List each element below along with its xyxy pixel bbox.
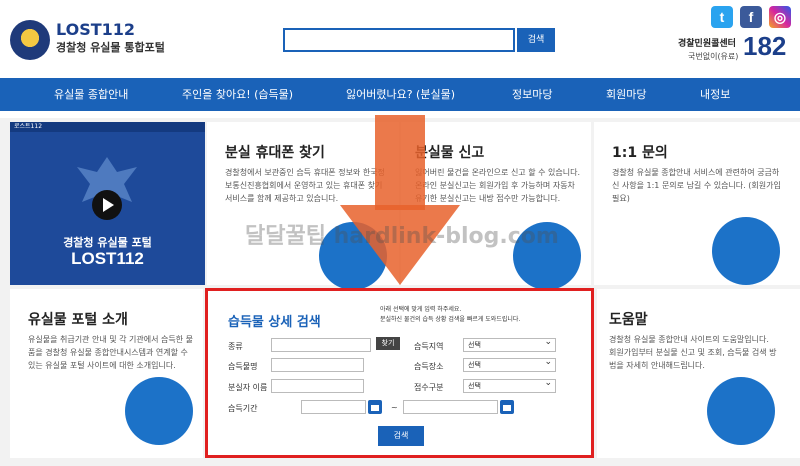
- place-select[interactable]: 선택: [463, 356, 556, 372]
- category-input[interactable]: [271, 338, 371, 352]
- submit-search-button[interactable]: 검색: [378, 426, 424, 446]
- logo-title[interactable]: LOST112: [56, 20, 135, 39]
- police-emblem-icon[interactable]: [10, 20, 50, 60]
- panel-title: 습득물 상세 검색: [228, 315, 321, 330]
- nav-item-myinfo[interactable]: 내정보: [700, 78, 730, 111]
- card-qna[interactable]: 1:1 문의 경찰청 유실물 종합안내 서비스에 관련하여 궁금하신 사항을 1…: [594, 122, 800, 285]
- exclamation-icon: [707, 377, 775, 445]
- receipt-type-label: 접수구분: [414, 383, 444, 392]
- card-title: 도움말: [609, 312, 648, 328]
- logo-subtitle[interactable]: 경찰청 유실물 통합포털: [56, 39, 165, 55]
- period-start-input[interactable]: [301, 400, 366, 414]
- found-item-search-panel: 습득물 상세 검색 아래 선택에 맞게 입력 하주세요. 분실하신 물건의 습득…: [205, 288, 594, 458]
- instagram-icon[interactable]: ◎: [769, 6, 791, 28]
- search-button[interactable]: 검색: [517, 28, 555, 52]
- receipt-type-select[interactable]: 선택: [463, 377, 556, 393]
- arrow-down-icon: [340, 115, 460, 285]
- card-portal-intro[interactable]: 유실물 포털 소개 유실물을 취급기관 안내 및 각 기관에서 습득한 물품을 …: [10, 289, 203, 458]
- callcenter-note: 국번없이(유료): [688, 52, 739, 61]
- calendar-icon[interactable]: [368, 400, 382, 414]
- nav-item-lost[interactable]: 잃어버렸나요? (분실물): [346, 78, 455, 111]
- period-end-input[interactable]: [403, 400, 498, 414]
- card-title: 분실 휴대폰 찾기: [225, 145, 325, 161]
- place-label: 습득장소: [414, 362, 444, 371]
- period-label: 습득기간: [228, 404, 258, 413]
- owner-name-input[interactable]: [271, 379, 364, 393]
- card-text: 유실물을 취급기관 안내 및 각 기관에서 습득한 물품을 경찰청 유실물 종합…: [28, 335, 193, 370]
- region-select[interactable]: 선택: [463, 336, 556, 352]
- callcenter-label: 경찰민원콜센터: [678, 39, 736, 49]
- card-title: 1:1 문의: [612, 145, 668, 161]
- item-name-input[interactable]: [271, 358, 364, 372]
- banner-line1: 경찰청 유실물 포털: [63, 236, 152, 249]
- banner-line2: LOST112: [71, 249, 144, 268]
- region-label: 습득지역: [414, 342, 444, 351]
- search-input[interactable]: [283, 28, 515, 52]
- callcenter-number: 182: [743, 31, 787, 61]
- nav-item-info[interactable]: 정보마당: [512, 78, 552, 111]
- period-tilde: ~: [391, 403, 398, 412]
- main-nav: 유실물 종합안내 주인을 찾아요! (습득물) 잃어버렸나요? (분실물) 정보…: [0, 78, 800, 111]
- nav-item-member[interactable]: 회원마당: [606, 78, 646, 111]
- monitor-icon: [125, 377, 193, 445]
- card-title: 유실물 포털 소개: [28, 312, 128, 328]
- owner-name-label: 분실자 이름: [228, 383, 268, 392]
- panel-description: 아래 선택에 맞게 입력 하주세요. 분실하신 물건의 습득 상황 검색을 빠르…: [380, 306, 521, 323]
- facebook-icon[interactable]: f: [740, 6, 762, 28]
- nav-item-guide[interactable]: 유실물 종합안내: [54, 78, 128, 111]
- find-category-button[interactable]: 찾기: [376, 337, 400, 350]
- watermark-text: 달달꿀팁 hardlink-blog.com: [245, 224, 559, 249]
- card-text: 경찰청 유실물 종합안내 서비스에 관련하여 궁금하신 사항을 1:1 문의로 …: [612, 168, 781, 203]
- card-help[interactable]: 도움말 경찰청 유실물 종합안내 사이트의 도움말입니다. 회원가입부터 분실물…: [597, 289, 800, 458]
- operator-icon: [712, 217, 780, 285]
- category-label: 종류: [228, 342, 243, 351]
- site-header: LOST112 경찰청 유실물 통합포털 검색 t f ◎ 경찰민원콜센터 국번…: [0, 0, 800, 78]
- item-name-label: 습득물명: [228, 362, 258, 371]
- card-text: 경찰청 유실물 종합안내 사이트의 도움말입니다. 회원가입부터 분실물 신고 …: [609, 335, 777, 370]
- calendar-icon[interactable]: [500, 400, 514, 414]
- play-icon[interactable]: [92, 190, 122, 220]
- nav-item-found[interactable]: 주인을 찾아요! (습득물): [182, 78, 293, 111]
- twitter-icon[interactable]: t: [711, 6, 733, 28]
- banner-top-label: 로스트112: [10, 122, 205, 132]
